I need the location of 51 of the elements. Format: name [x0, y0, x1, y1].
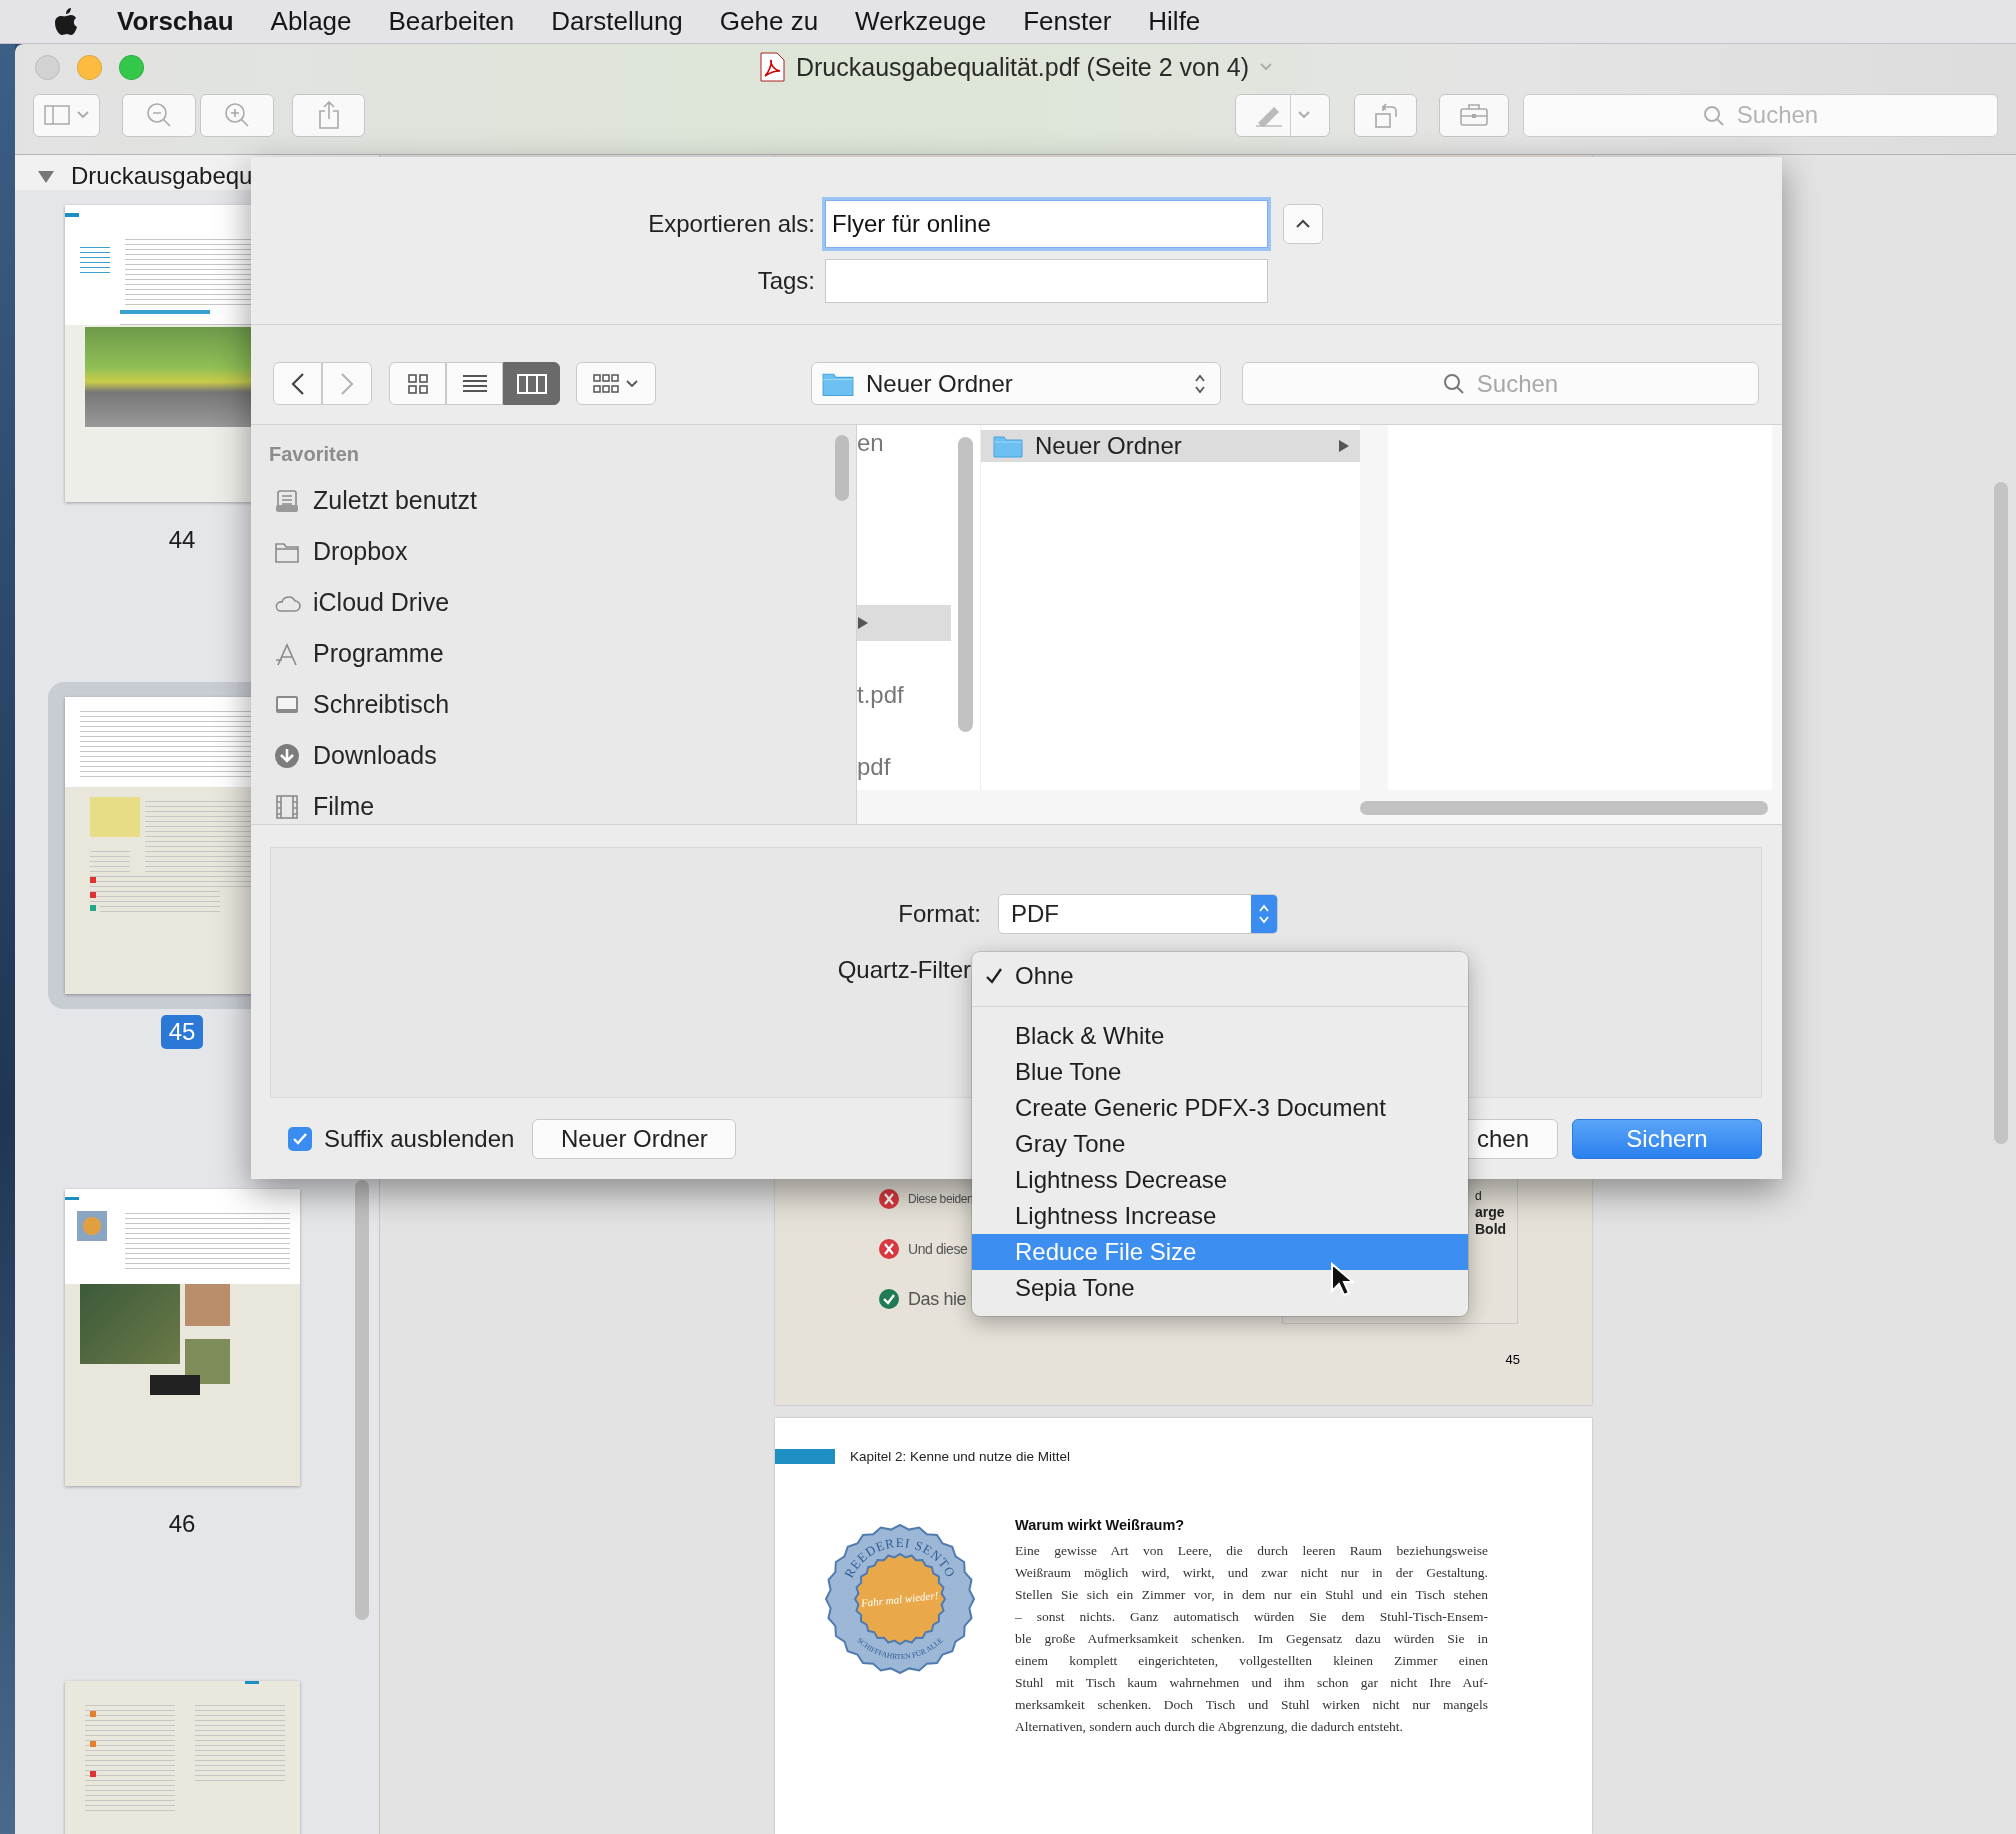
sidebar-item[interactable]: iCloud Drive	[251, 577, 856, 628]
tags-label: Tags:	[757, 267, 815, 295]
export-as-label: Exportieren als:	[648, 210, 815, 238]
sidebar-item[interactable]: Dropbox	[251, 526, 856, 577]
menu-option[interactable]: Sepia Tone	[972, 1270, 1468, 1306]
window-title: Druckausgabequalität.pdf (Seite 2 von 4)	[795, 52, 1250, 82]
menu-item[interactable]: Bearbeiten	[388, 6, 515, 37]
menu-item[interactable]: Darstellung	[551, 6, 683, 37]
menu-item[interactable]: Ablage	[270, 6, 352, 37]
menu-item[interactable]: Werkzeuge	[855, 6, 987, 37]
menu-option[interactable]: Black & White	[972, 1018, 1468, 1054]
body-paragraph: Eine gewisse Art von Leere, die durch leeren Raum beziehungsweise Weißraum möglich wird, wirkt, und zwar nicht nur in der Gestaltung. Stellen Sie sich ein Zimmer vor, in dem nur ein Stuhl und ein Tisch stehen – sonst nichts. Ganz automatisch würden Sie dem Stuhl-Tisch-Ensem- ble große Aufmerksamkeit schenken. Im Gegensatz dazu würden Sie in einem komplett eingerichteten, vollgestellten kleinen Zimmer einen Stuhl mit Tisch kaum wahrnehmen und ihm schon gar nicht Ihre Auf- merksamkeit schenken. Doch Tisch und Stuhl wirken nicht nur mangels Alternativen, sondern auch durch die Abgrenzung, die dadurch entsteht.	[1015, 1542, 1488, 1736]
section-heading: Warum wirkt Weißraum?	[1015, 1516, 1186, 1534]
location-popup[interactable]: Neuer Ordner	[811, 362, 1221, 405]
document-title: Druckausgabequ	[71, 162, 253, 190]
menu-option[interactable]: Blue Tone	[972, 1054, 1468, 1090]
menu-option[interactable]: Ohne	[972, 958, 1468, 994]
checkbox-label: Suffix ausblenden	[324, 1124, 515, 1153]
note-text: Das hie	[908, 1288, 967, 1310]
page-number-label: 45	[160, 1015, 204, 1049]
sidebar-item[interactable]: Schreibtisch	[251, 679, 856, 730]
page-header: Kapitel 2: Kenne und nutze die Mittel	[850, 1449, 1070, 1464]
menu-option[interactable]: Lightness Decrease	[972, 1162, 1468, 1198]
frame-text: arge	[1475, 1204, 1506, 1220]
sidebar-heading: Favoriten	[269, 443, 360, 467]
menu-option[interactable]: Lightness Increase	[972, 1198, 1468, 1234]
sidebar-item[interactable]: Filme	[251, 781, 856, 824]
sidebar-item[interactable]: Downloads	[251, 730, 856, 781]
folder-row[interactable]: Neuer Ordner	[981, 430, 1360, 462]
menu-item[interactable]: Fenster	[1023, 6, 1112, 37]
file-row[interactable]: pdf	[857, 749, 951, 785]
file-row[interactable]: en	[857, 425, 951, 461]
file-row[interactable]: t.pdf	[857, 677, 951, 713]
sidebar-item[interactable]: Zuletzt benutzt	[251, 475, 856, 526]
sidebar-item[interactable]: Programme	[251, 628, 856, 679]
format-label: Format:	[898, 900, 981, 928]
menu-item[interactable]: Gehe zu	[719, 6, 819, 37]
search-field[interactable]: Suchen	[1523, 93, 1998, 137]
new-folder-button[interactable]: Neuer Ordner	[532, 1118, 737, 1159]
app-menu[interactable]: Vorschau	[117, 6, 234, 37]
quartz-filter-label: Quartz-Filter	[837, 956, 972, 984]
filename-field[interactable]: Flyer für online	[825, 200, 1268, 248]
frame-text: Bold	[1475, 1221, 1508, 1237]
page-number-label: 44	[167, 525, 197, 555]
menu-item[interactable]: Hilfe	[1148, 6, 1201, 37]
page-number-label: 46	[167, 1509, 197, 1539]
page-number: 45	[1505, 1352, 1520, 1367]
frame-text: d	[1475, 1189, 1483, 1203]
search-field[interactable]: Suchen	[1242, 362, 1759, 405]
format-popup[interactable]: PDF	[998, 894, 1278, 934]
note-text: Und diese	[908, 1241, 968, 1257]
